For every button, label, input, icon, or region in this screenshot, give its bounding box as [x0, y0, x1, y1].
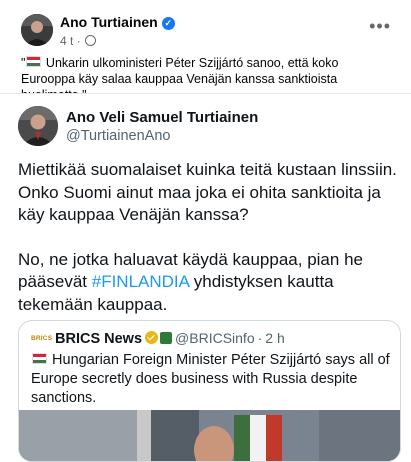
- post-time[interactable]: 4 t: [60, 34, 73, 48]
- tweet-paragraph-1: Miettikää suomalaiset kuinka teitä kusta…: [18, 160, 397, 224]
- tweet-paragraph-2: No, ne jotka haluavat käydä kauppaa, pia…: [18, 249, 403, 317]
- quoted-tweet-text: Hungarian Foreign Minister Péter Szijjár…: [31, 351, 391, 408]
- post-meta: 4 t ·: [60, 34, 97, 48]
- verified-badge-icon: [145, 331, 159, 344]
- more-options-icon[interactable]: •••: [369, 17, 391, 35]
- affiliate-badge-icon: [160, 332, 173, 344]
- quote-mark: ": [21, 56, 26, 70]
- quoted-tweet-body: Hungarian Foreign Minister Péter Szijjár…: [31, 352, 390, 406]
- quoted-separator: ·: [257, 330, 263, 346]
- author-name[interactable]: Ano Turtiainen: [60, 14, 158, 30]
- quoted-author-handle: @BRICSinfo: [175, 330, 255, 346]
- tweet-avatar: [18, 106, 58, 146]
- hungary-flag-icon: [32, 353, 47, 364]
- embedded-tweet-image[interactable]: Ano Veli Samuel Turtiainen @TurtiainenAn…: [0, 93, 411, 462]
- avatar[interactable]: [21, 14, 53, 46]
- quoted-tweet-photo: [19, 410, 400, 461]
- tweet-body: Miettikää suomalaiset kuinka teitä kusta…: [18, 159, 403, 316]
- globe-icon: [85, 35, 97, 46]
- hungary-flag-icon: [26, 56, 42, 67]
- hashtag-link[interactable]: #FINLANDIA: [92, 272, 189, 291]
- quoted-author-name: BRICS News: [55, 331, 143, 347]
- quoted-time: 2 h: [265, 330, 285, 346]
- facebook-post-header: Ano Turtiainen ✓ 4 t · •••: [0, 0, 411, 52]
- quoted-tweet[interactable]: BRICS BRICS News @BRICSinfo · 2 h Hungarian…: [18, 320, 401, 462]
- verified-icon: ✓: [161, 17, 175, 30]
- brics-logo: BRICS: [31, 335, 53, 342]
- meta-separator: ·: [76, 34, 81, 48]
- quoted-tweet-header: BRICS News @BRICSinfo · 2 h: [55, 330, 285, 347]
- tweet-author-name: Ano Veli Samuel Turtiainen: [66, 109, 259, 126]
- tweet-author-handle: @TurtiainenAno: [66, 128, 171, 144]
